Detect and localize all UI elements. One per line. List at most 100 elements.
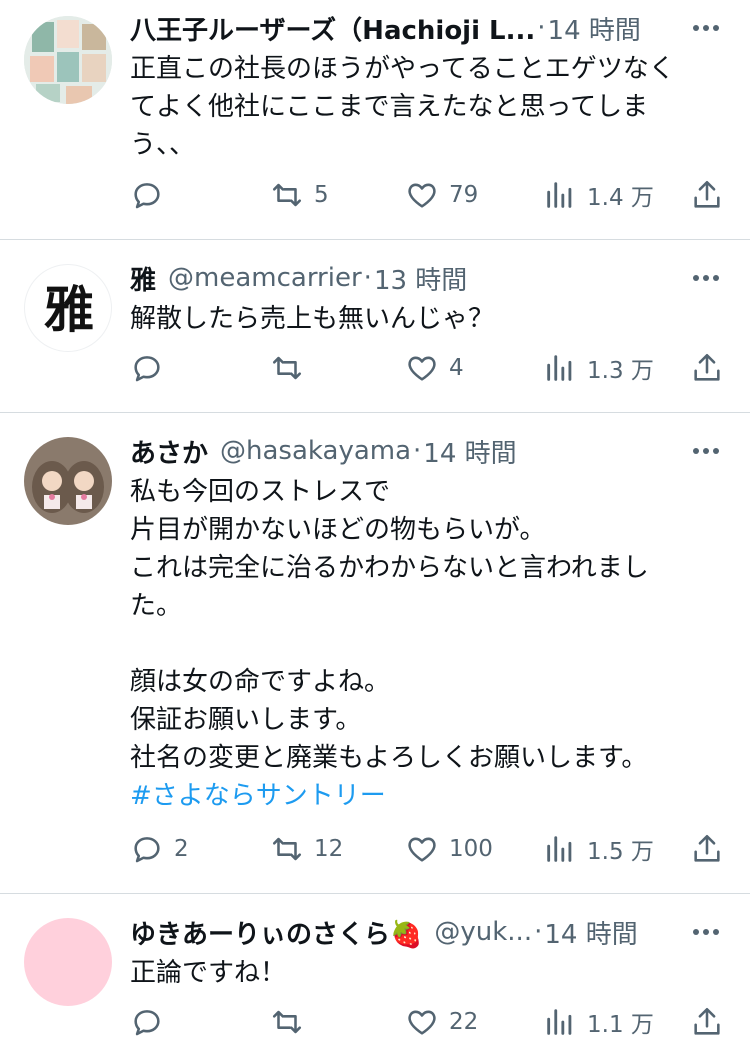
tweet-text-line: 片目が開かないほどの物もらいが。 [130, 515, 546, 545]
separator-dot: · [413, 436, 422, 466]
share-icon [694, 1007, 720, 1035]
retweet-button[interactable] [270, 348, 304, 388]
retweet-icon [272, 356, 302, 380]
user-handle[interactable]: @meamcarrier [168, 263, 362, 293]
tweet-text: 私も今回のストレスで 片目が開かないほどの物もらいが。 これは完全に治るかわから… [130, 473, 730, 815]
avatar-plush-image [24, 437, 112, 525]
views-button[interactable]: 1.5 万 [543, 829, 654, 869]
views-button[interactable]: 1.4 万 [543, 175, 654, 215]
avatar[interactable]: 雅 [24, 264, 112, 352]
separator-dot: · [537, 13, 546, 43]
like-button[interactable]: 79 [405, 175, 478, 215]
heart-icon [408, 356, 436, 381]
avatar[interactable] [24, 437, 112, 525]
reply-button[interactable] [130, 1002, 164, 1042]
reply-button[interactable] [130, 175, 164, 215]
tweet[interactable]: 雅 雅 @meamcarrier · 13 時間 解散したら売上も無いんじゃ？ … [0, 240, 750, 413]
reply-count: 2 [174, 836, 189, 862]
tweet-text-line: た。 [130, 591, 183, 621]
tweet[interactable]: ゆきあーりぃのさくら🍓 @yuk... · 14 時間 正論ですね！ 22 1.… [0, 894, 750, 1054]
view-count: 1.5 万 [587, 839, 654, 865]
more-options-icon[interactable] [688, 433, 724, 469]
view-count: 1.3 万 [587, 358, 654, 384]
tweet-text-line: 保証お願いします。 [130, 705, 362, 735]
reply-icon [134, 183, 160, 209]
avatar-collage-image [24, 16, 112, 104]
display-name[interactable]: ゆきあーりぃのさくら🍓 [130, 914, 422, 950]
retweet-icon [272, 183, 302, 207]
separator-dot: · [363, 263, 372, 293]
tweet-actions: 5 79 1.4 万 [130, 175, 730, 215]
heart-icon [408, 1010, 436, 1035]
tweet-text: 解散したら売上も無いんじゃ？ [130, 300, 730, 338]
reply-button[interactable] [130, 348, 164, 388]
views-button[interactable]: 1.3 万 [543, 348, 654, 388]
reply-icon [134, 1010, 160, 1036]
share-button[interactable] [690, 175, 724, 215]
retweet-icon [272, 837, 302, 861]
timestamp[interactable]: 14 時間 [423, 433, 516, 469]
avatar[interactable] [24, 16, 112, 104]
tweet-text-line [130, 625, 730, 663]
avatar-calligraphy-image: 雅 [44, 280, 94, 339]
heart-icon [408, 183, 436, 208]
like-button[interactable]: 22 [405, 1002, 478, 1042]
view-count: 1.4 万 [587, 185, 654, 211]
timestamp[interactable]: 14 時間 [544, 914, 637, 950]
tweet-text-line: 解散したら売上も無いんじゃ？ [130, 304, 495, 334]
display-name[interactable]: 八王子ルーザーズ（Hachioji L... [130, 10, 535, 46]
user-handle[interactable]: @hasakayama [220, 436, 411, 466]
views-button[interactable]: 1.1 万 [543, 1002, 654, 1042]
tweet-text-line: 顔は女の命ですよね。 [130, 667, 391, 697]
reply-icon [134, 356, 160, 382]
share-button[interactable] [690, 829, 724, 869]
display-name[interactable]: 雅 [130, 260, 156, 296]
tweet-text: 正論ですね！ [130, 954, 730, 992]
tweet-header: ゆきあーりぃのさくら🍓 @yuk... · 14 時間 [130, 914, 730, 950]
like-button[interactable]: 100 [405, 829, 493, 869]
tweet[interactable]: 八王子ルーザーズ（Hachioji L... · 14 時間 正直この社長のほう… [0, 0, 750, 240]
views-chart-icon [547, 1009, 572, 1035]
reply-button[interactable]: 2 [130, 829, 189, 869]
timestamp[interactable]: 13 時間 [374, 260, 467, 296]
retweet-button[interactable]: 12 [270, 829, 343, 869]
more-options-icon[interactable] [688, 260, 724, 296]
share-button[interactable] [690, 1002, 724, 1042]
tweet-actions: 4 1.3 万 [130, 348, 730, 388]
like-count: 79 [449, 182, 479, 208]
tweet-actions: 22 1.1 万 [130, 1002, 730, 1042]
share-icon [694, 834, 720, 862]
share-button[interactable] [690, 348, 724, 388]
like-button[interactable]: 4 [405, 348, 464, 388]
tweet-header: 八王子ルーザーズ（Hachioji L... · 14 時間 [130, 10, 730, 46]
tweet-text-line: 私も今回のストレスで [130, 477, 391, 507]
avatar[interactable] [24, 918, 112, 1006]
timestamp[interactable]: 14 時間 [548, 10, 641, 46]
retweet-button[interactable]: 5 [270, 175, 329, 215]
retweet-count: 5 [314, 182, 329, 208]
like-count: 4 [449, 355, 464, 381]
tweet-header: 雅 @meamcarrier · 13 時間 [130, 260, 730, 296]
tweet[interactable]: あさか @hasakayama · 14 時間 私も今回のストレスで 片目が開か… [0, 413, 750, 894]
hashtag-link[interactable]: #さよならサントリー [130, 777, 730, 815]
more-options-icon[interactable] [688, 914, 724, 950]
separator-dot: · [534, 917, 543, 947]
tweet-text-line: これは完全に治るかわからないと言われまし [130, 553, 649, 583]
tweet-text-line: う、、 [130, 130, 196, 160]
svg-text:雅: 雅 [44, 280, 94, 339]
retweet-icon [272, 1010, 302, 1034]
tweet-header: あさか @hasakayama · 14 時間 [130, 433, 730, 469]
user-handle[interactable]: @yuk... [434, 917, 532, 947]
tweet-actions: 2 12 100 1.5 万 [130, 829, 730, 869]
share-icon [694, 180, 720, 208]
retweet-button[interactable] [270, 1002, 304, 1042]
like-count: 100 [449, 836, 493, 862]
tweet-text-line: 正論ですね！ [130, 958, 287, 988]
more-options-icon[interactable] [688, 10, 724, 46]
display-name[interactable]: あさか [130, 433, 208, 469]
tweet-text-line: 社名の変更と廃業もよろしくお願いします。 [130, 743, 648, 773]
like-count: 22 [449, 1009, 479, 1035]
share-icon [694, 353, 720, 381]
reply-icon [134, 837, 160, 863]
tweet-text: 正直この社長のほうがやってることエゲツなく てよく他社にここまで言えたなと思って… [130, 50, 730, 164]
